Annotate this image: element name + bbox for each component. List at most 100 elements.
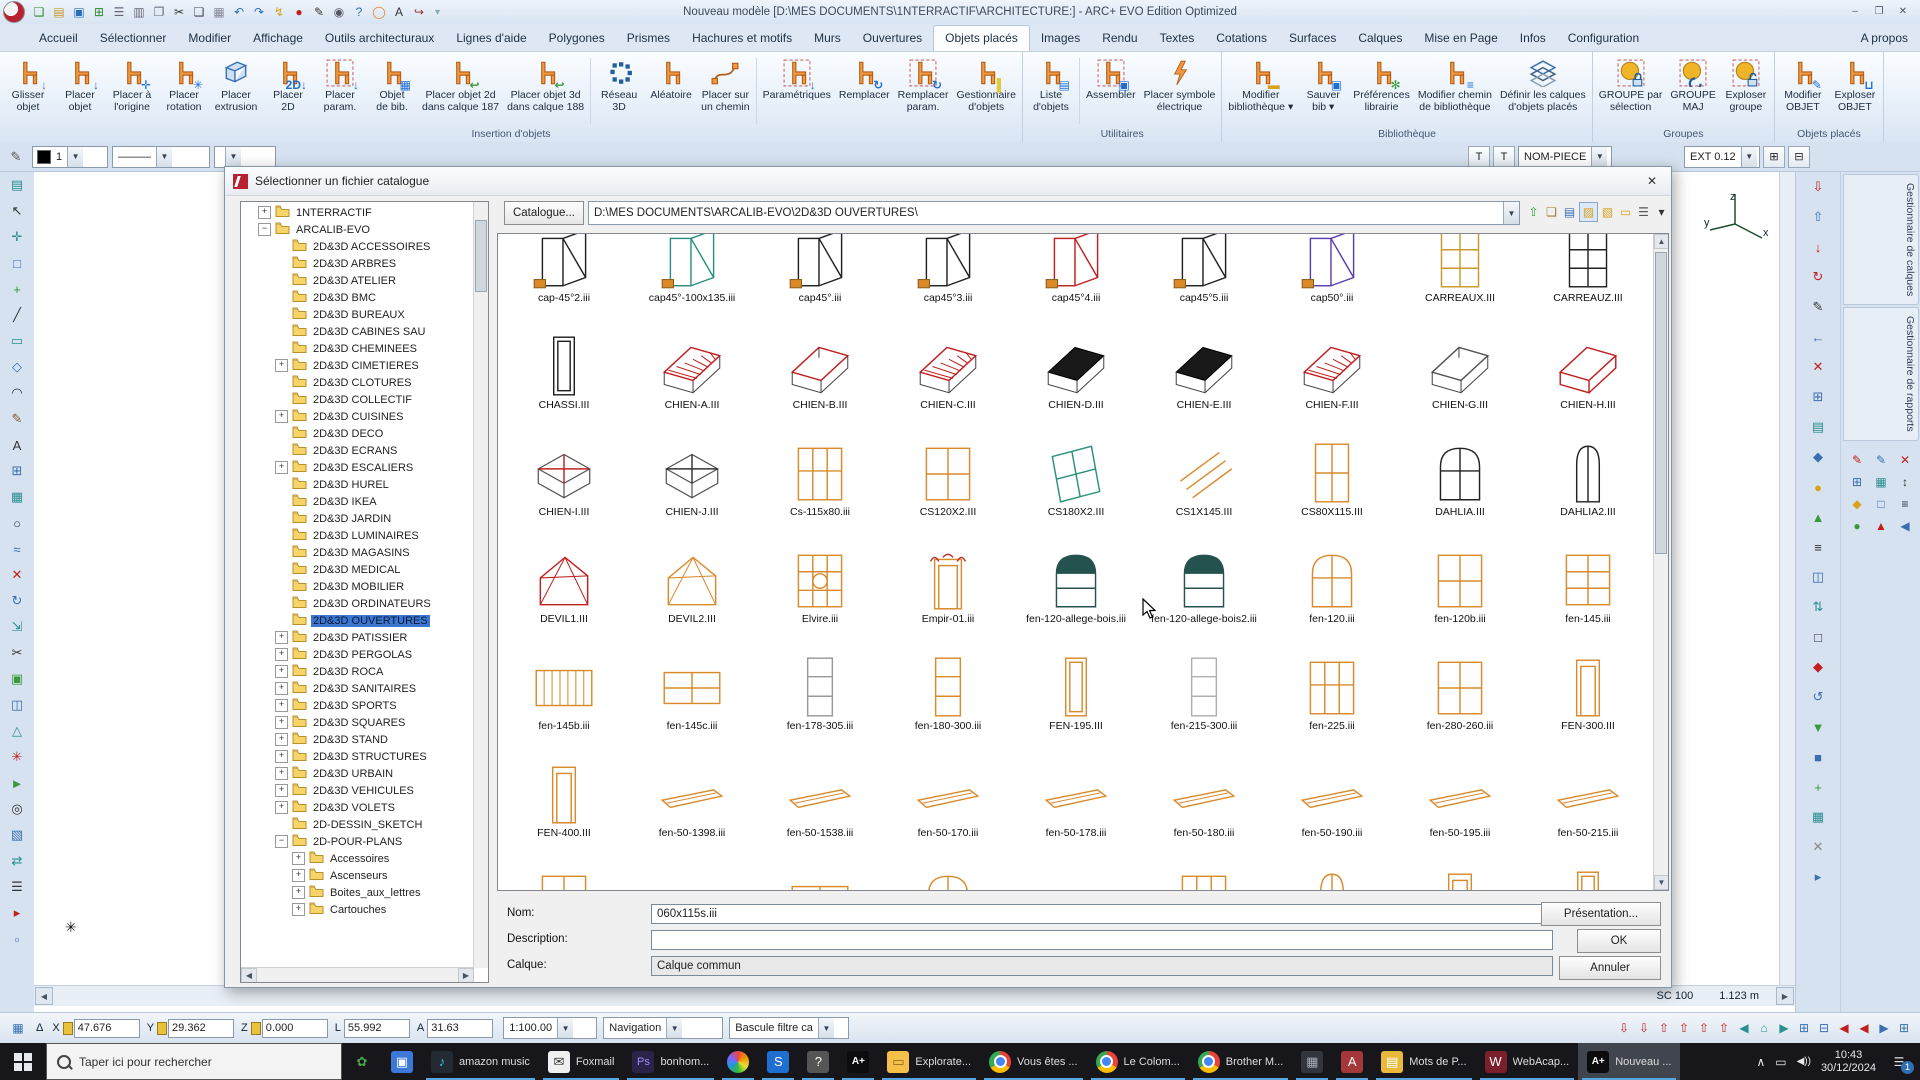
tree-item-2d-3d-structures[interactable]: +2D&3D STRUCTURES <box>241 748 474 765</box>
text-style-button[interactable]: T <box>1468 145 1490 168</box>
ribbon-button-exploser-objet[interactable]: ⊔ Exploser OBJET <box>1829 54 1881 128</box>
catalogue-item-chassi-iii[interactable]: CHASSI.III <box>500 307 628 414</box>
left-tool-icon-0[interactable]: ▤ <box>5 173 29 197</box>
tree-item-2d-3d-escaliers[interactable]: +2D&3D ESCALIERS <box>241 459 474 476</box>
tree-item-2d-3d-bureaux[interactable]: +2D&3D BUREAUX <box>241 306 474 323</box>
catalogue-item-fen-120b-iii[interactable]: fen-120b.iii <box>1396 521 1524 628</box>
right-tool-a-11[interactable]: ▲ <box>1805 504 1831 530</box>
tree-item-2d-3d-ouvertures[interactable]: +2D&3D OUVERTURES <box>241 612 474 629</box>
left-tool-icon-18[interactable]: ✂ <box>5 641 29 665</box>
snap-toggle-icon[interactable]: ⊟ <box>1788 145 1810 168</box>
taskbar-clock[interactable]: 10:43 30/12/2024 <box>1821 1049 1876 1075</box>
left-tool-icon-10[interactable]: A <box>5 433 29 457</box>
description-input[interactable] <box>651 930 1553 950</box>
tree-item-2d-3d-ikea[interactable]: +2D&3D IKEA <box>241 493 474 510</box>
catalogue-item-fen-50-180-iii[interactable]: fen-50-180.iii <box>1140 735 1268 842</box>
tree-item-2d-3d-luminaires[interactable]: +2D&3D LUMINAIRES <box>241 527 474 544</box>
folder-up-icon[interactable]: ▧ <box>1599 203 1616 221</box>
tree-item-2d-3d-vehicules[interactable]: +2D&3D VEHICULES <box>241 782 474 799</box>
status-tool-icon-1[interactable]: ⇩ <box>1634 1018 1654 1038</box>
tree-item-2d-3d-cabines-sau[interactable]: +2D&3D CABINES SAU <box>241 323 474 340</box>
expand-icon[interactable]: + <box>275 784 288 797</box>
grid-toggle-icon[interactable]: ⊞ <box>1763 145 1785 168</box>
left-tool-icon-28[interactable]: ▸ <box>5 901 29 925</box>
expand-icon[interactable]: + <box>258 206 271 219</box>
save-all-icon[interactable]: ⊞ <box>90 3 108 21</box>
taskbar-app-webacap-[interactable]: W WebAcap... <box>1476 1043 1579 1080</box>
right-tool-a-18[interactable]: ▼ <box>1805 714 1831 740</box>
taskbar-app-bonhom-[interactable]: Ps bonhom... <box>623 1043 718 1080</box>
ribbon-button-liste-d-objets[interactable]: ▤ Liste d'objets <box>1025 54 1077 128</box>
left-tool-icon-1[interactable]: ↖ <box>5 199 29 223</box>
tree-horizontal-scrollbar[interactable]: ◀ ▶ <box>241 967 474 982</box>
left-tool-icon-5[interactable]: ╱ <box>5 303 29 327</box>
scroll-up-icon[interactable]: ▲ <box>1654 234 1668 249</box>
right-tool-b-8[interactable]: ≡ <box>1893 493 1917 515</box>
taskbar-app-mots-de-p-[interactable]: ▤ Mots de P... <box>1372 1043 1475 1080</box>
filter-combo[interactable]: Bascule filtre ca ▼ <box>729 1017 850 1039</box>
left-tool-icon-4[interactable]: + <box>5 277 29 301</box>
status-tool-icon-9[interactable]: ⊞ <box>1794 1018 1814 1038</box>
left-tool-icon-8[interactable]: ◠ <box>5 381 29 405</box>
notification-icon[interactable]: ☰ 1 <box>1886 1050 1914 1074</box>
tree-item-2d-pour-plans[interactable]: − 2D-POUR-PLANS <box>241 833 474 850</box>
ribbon-button-placer-rotation[interactable]: ✳ Placer rotation <box>158 54 210 128</box>
lightning-icon[interactable]: ↯ <box>270 3 288 21</box>
right-tool-a-17[interactable]: ↺ <box>1805 684 1831 710</box>
catalogue-item-chien-a-iii[interactable]: CHIEN-A.III <box>628 307 756 414</box>
exit-icon[interactable]: ↪ <box>410 3 428 21</box>
tab-objets-plac-s[interactable]: Objets placés <box>933 25 1030 51</box>
expand-icon[interactable]: + <box>275 682 288 695</box>
tab-s-lectionner[interactable]: Sélectionner <box>89 26 178 51</box>
right-tool-a-6[interactable]: ✕ <box>1805 354 1831 380</box>
right-tool-a-15[interactable]: □ <box>1805 624 1831 650</box>
tree-vertical-scrollbar[interactable] <box>473 202 488 968</box>
tab-murs[interactable]: Murs <box>803 26 852 51</box>
catalogue-item-chien-g-iii[interactable]: CHIEN-G.III <box>1396 307 1524 414</box>
right-tool-a-21[interactable]: ▦ <box>1805 804 1831 830</box>
catalogue-item-cap45-3-iii[interactable]: cap45°3.iii <box>884 234 1012 307</box>
catalogue-item-fen-145-iii[interactable]: fen-145.iii <box>1524 521 1652 628</box>
expand-icon[interactable]: + <box>275 665 288 678</box>
expand-icon[interactable]: + <box>275 461 288 474</box>
catalogue-item-fen-280-260-iii[interactable]: fen-280-260.iii <box>1396 628 1524 735</box>
tree-item-2d-3d-cuisines[interactable]: +2D&3D CUISINES <box>241 408 474 425</box>
tab-gestionnaire-rapports[interactable]: Gestionnaire de rapports <box>1843 307 1919 441</box>
ribbon-button-groupe-par-s-lection[interactable]: GROUPE par sélection <box>1595 54 1667 128</box>
catalogue-item-partial[interactable] <box>628 842 756 890</box>
expand-icon[interactable]: + <box>275 767 288 780</box>
right-tool-a-2[interactable]: ↓ <box>1805 234 1831 260</box>
left-tool-icon-14[interactable]: ≈ <box>5 537 29 561</box>
right-tool-a-22[interactable]: ✕ <box>1805 834 1831 860</box>
left-tool-icon-25[interactable]: ▧ <box>5 823 29 847</box>
catalogue-item-cs-115x80-iii[interactable]: Cs-115x80.iii <box>756 414 884 521</box>
catalogue-item-partial[interactable] <box>884 842 1012 890</box>
catalogue-item-fen-300-iii[interactable]: FEN-300.III <box>1524 628 1652 735</box>
tree-item-1nterractif[interactable]: +1NTERRACTIF <box>241 204 474 221</box>
cancel-button[interactable]: Annuler <box>1559 956 1661 980</box>
tree-item-2d-3d-jardin[interactable]: +2D&3D JARDIN <box>241 510 474 527</box>
path-combo[interactable]: D:\MES DOCUMENTS\ARCALIB-EVO\2D&3D OUVER… <box>588 201 1520 225</box>
right-tool-a-3[interactable]: ↻ <box>1805 264 1831 290</box>
ribbon-button-placer-l-origine[interactable]: ✛ Placer à l'origine <box>106 54 158 128</box>
tree-item-arcalib-evo[interactable]: − ARCALIB-EVO <box>241 221 474 238</box>
status-tool-icon-2[interactable]: ⇧ <box>1654 1018 1674 1038</box>
right-tool-a-20[interactable]: + <box>1805 774 1831 800</box>
catalogue-item-partial[interactable] <box>500 842 628 890</box>
catalogue-item-fen-195-iii[interactable]: FEN-195.III <box>1012 628 1140 735</box>
right-tool-a-9[interactable]: ◆ <box>1805 444 1831 470</box>
scroll-right-icon[interactable]: ▶ <box>1776 987 1794 1005</box>
catalogue-item-partial[interactable] <box>756 842 884 890</box>
ribbon-button-placer-objet-3d-dans-calque-188[interactable]: ↩ Placer objet 3d dans calque 188 <box>503 54 588 128</box>
tree-item-2d-3d-mobilier[interactable]: +2D&3D MOBILIER <box>241 578 474 595</box>
expand-icon[interactable]: + <box>275 750 288 763</box>
status-tool-icon-6[interactable]: ◀ <box>1734 1018 1754 1038</box>
catalogue-item-carreaux-iii[interactable]: CARREAUX.III <box>1396 234 1524 307</box>
lock-icon[interactable] <box>157 1021 168 1035</box>
catalogue-item-carreauz-iii[interactable]: CARREAUZ.III <box>1524 234 1652 307</box>
toolbar-overflow-icon[interactable]: ▾ <box>435 7 440 18</box>
navigation-combo[interactable]: Navigation ▼ <box>603 1017 724 1039</box>
expand-icon[interactable]: + <box>275 733 288 746</box>
speaker-icon[interactable]: ◀)) <box>1797 1056 1811 1067</box>
catalogue-item-partial[interactable] <box>1268 842 1396 890</box>
